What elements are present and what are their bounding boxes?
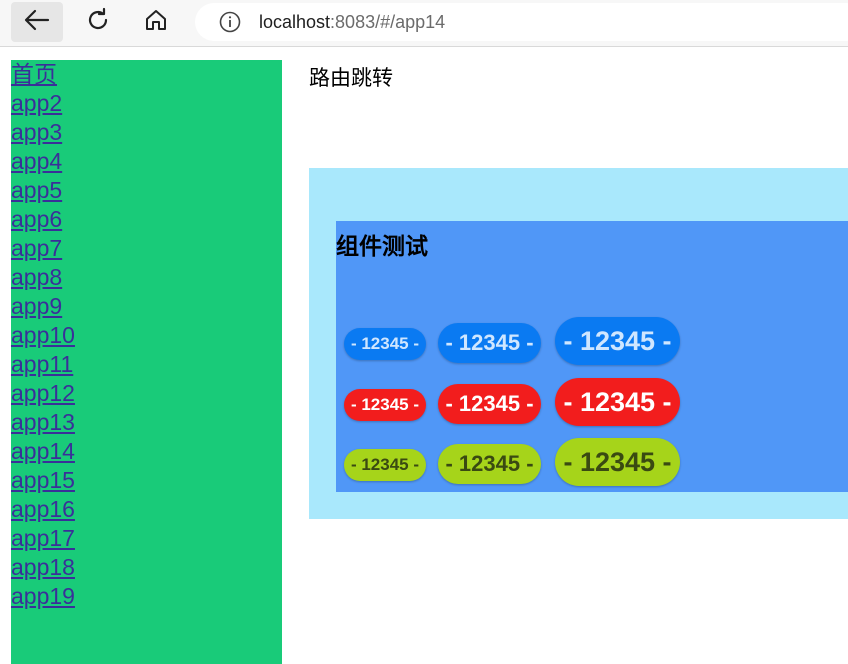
sidebar-link-app3[interactable]: app3 [11, 119, 62, 145]
sidebar-item: app18 [11, 553, 282, 582]
sidebar-item: app2 [11, 89, 282, 118]
sidebar-item: app5 [11, 176, 282, 205]
sidebar-item: app3 [11, 118, 282, 147]
sidebar-item: app14 [11, 437, 282, 466]
sidebar-link-app14[interactable]: app14 [11, 438, 75, 464]
sidebar-item: app4 [11, 147, 282, 176]
sidebar-item: app10 [11, 321, 282, 350]
sidebar-item: app16 [11, 495, 282, 524]
component-panel: 组件测试 - 12345 - - 12345 - - 12345 - - 123… [336, 221, 848, 492]
green-button-medium[interactable]: - 12345 - [438, 444, 541, 484]
reload-icon [85, 7, 111, 38]
reload-button[interactable] [72, 2, 124, 42]
sidebar-link-app6[interactable]: app6 [11, 206, 62, 232]
sidebar-link-app16[interactable]: app16 [11, 496, 75, 522]
home-icon [144, 8, 168, 37]
outer-panel: 组件测试 - 12345 - - 12345 - - 12345 - - 123… [309, 168, 848, 519]
nav-list: 首页 app2 app3 app4 app5 app6 app7 app8 app9 app10 a… [11, 60, 282, 611]
sidebar-item: app7 [11, 234, 282, 263]
sidebar-item: app11 [11, 350, 282, 379]
browser-toolbar: localhost:8083/#/app14 [0, 0, 848, 47]
sidebar-link-app7[interactable]: app7 [11, 235, 62, 261]
sidebar-link-app15[interactable]: app15 [11, 467, 75, 493]
url-host: localhost [259, 11, 331, 32]
sidebar-nav: 首页 app2 app3 app4 app5 app6 app7 app8 app9 app10 a… [11, 60, 282, 664]
sidebar-link-home[interactable]: 首页 [11, 61, 57, 87]
sidebar-link-app2[interactable]: app2 [11, 90, 62, 116]
home-button[interactable] [130, 2, 182, 42]
sidebar-link-app12[interactable]: app12 [11, 380, 75, 406]
green-button-large[interactable]: - 12345 - [555, 438, 680, 486]
sidebar-link-app13[interactable]: app13 [11, 409, 75, 435]
sidebar-link-app19[interactable]: app19 [11, 583, 75, 609]
blue-button-large[interactable]: - 12345 - [555, 317, 680, 365]
page-title: 路由跳转 [309, 67, 393, 90]
red-button-large[interactable]: - 12345 - [555, 378, 680, 426]
sidebar-item: app9 [11, 292, 282, 321]
sidebar-item: app12 [11, 379, 282, 408]
sidebar-item: 首页 [11, 60, 282, 89]
sidebar-item: app6 [11, 205, 282, 234]
address-bar[interactable]: localhost:8083/#/app14 [195, 3, 848, 41]
blue-button-small[interactable]: - 12345 - [344, 328, 426, 360]
red-button-medium[interactable]: - 12345 - [438, 384, 541, 424]
info-icon[interactable] [219, 11, 241, 33]
blue-button-medium[interactable]: - 12345 - [438, 323, 541, 363]
sidebar-link-app17[interactable]: app17 [11, 525, 75, 551]
url-text: localhost:8083/#/app14 [259, 12, 445, 33]
red-button-small[interactable]: - 12345 - [344, 389, 426, 421]
sidebar-link-app10[interactable]: app10 [11, 322, 75, 348]
sidebar-link-app11[interactable]: app11 [11, 351, 73, 377]
url-path: :8083/#/app14 [330, 11, 446, 32]
back-button[interactable] [11, 2, 63, 42]
sidebar-item: app13 [11, 408, 282, 437]
green-button-small[interactable]: - 12345 - [344, 449, 426, 481]
sidebar-link-app18[interactable]: app18 [11, 554, 75, 580]
sidebar-link-app4[interactable]: app4 [11, 148, 62, 174]
sidebar-item: app8 [11, 263, 282, 292]
sidebar-item: app15 [11, 466, 282, 495]
sidebar-item: app19 [11, 582, 282, 611]
sidebar-link-app5[interactable]: app5 [11, 177, 62, 203]
sidebar-link-app8[interactable]: app8 [11, 264, 62, 290]
component-title: 组件测试 [336, 233, 428, 259]
sidebar-item: app17 [11, 524, 282, 553]
back-arrow-icon [24, 9, 50, 36]
sidebar-link-app9[interactable]: app9 [11, 293, 62, 319]
